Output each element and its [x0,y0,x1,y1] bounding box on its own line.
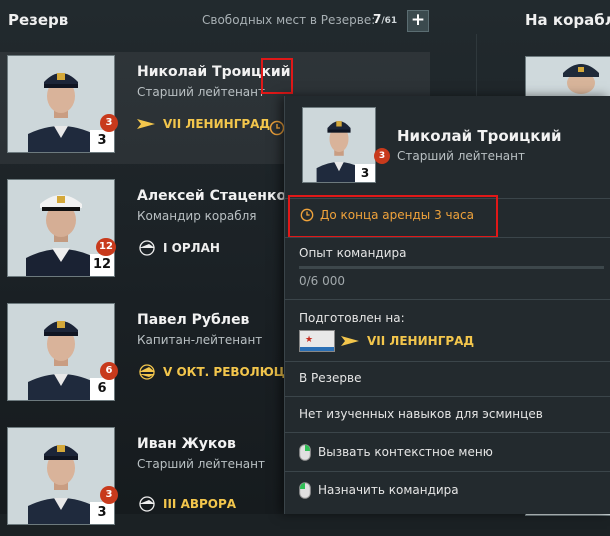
commander-ship: VII ЛЕНИНГРАД [135,114,270,134]
points-badge: 3 [100,114,118,132]
divider [285,237,610,238]
rent-clock-icon[interactable] [269,120,285,136]
commander-ship: I ОРЛАН [135,238,220,258]
tooltip-points-badge: 3 [374,148,390,164]
tooltip-level: 3 [355,164,375,182]
assign-commander-hint: Назначить командира [299,481,459,499]
context-menu-text: Вызвать контекстное меню [318,445,493,459]
free-slots-count: 7/61 [373,12,397,26]
free-slots-total: /61 [381,16,398,26]
context-menu-hint: Вызвать контекстное меню [299,443,493,461]
ship-name: III АВРОРА [163,497,237,511]
commander-portrait: 6 [7,303,115,401]
commander-portrait: 12 [7,179,115,277]
commander-rank: Старший лейтенант [137,457,265,471]
free-slots-label: Свободных мест в Резерве: [202,13,376,27]
commander-level: 3 [90,130,114,152]
reserve-title: Резерв [8,11,69,29]
tooltip-name: Николай Троицкий [397,127,562,145]
destroyer-class-icon [341,336,359,346]
experience-bar [299,266,604,269]
left-mouse-button-icon [299,481,311,499]
tooltip-rank: Старший лейтенант [397,149,525,163]
trained-ship: ★ VII ЛЕНИНГРАД [299,330,474,352]
commander-name: Павел Рублев [137,312,250,328]
divider [285,299,610,300]
right-mouse-button-icon [299,443,311,461]
battleship-class-icon [139,364,155,380]
commander-level: 3 [90,502,114,524]
divider [285,432,610,433]
skills-status: Нет изученных навыков для эсминцев [299,407,543,421]
reserve-status: В Резерве [299,371,362,385]
ship-name: VII ЛЕНИНГРАД [163,117,271,131]
add-slots-button[interactable]: + [407,10,429,32]
cruiser-class-icon [139,240,155,256]
cruiser-class-icon [139,496,155,512]
assign-commander-text: Назначить командира [318,483,459,497]
experience-value: 0/6 000 [299,274,346,288]
commander-portrait: 3 [7,55,115,153]
points-badge: 12 [96,238,116,256]
commander-rank: Командир корабля [137,209,257,223]
header: Резерв Свободных мест в Резерве: 7/61 + … [0,0,610,40]
highlight-box [288,195,498,238]
ussr-navy-flag-icon: ★ [299,330,335,352]
commander-rank: Старший лейтенант [137,85,265,99]
ship-name: I ОРЛАН [163,241,220,255]
tooltip-portrait: 3 [302,107,376,183]
trained-label: Подготовлен на: [299,311,405,325]
points-badge: 3 [100,486,118,504]
on-ships-title: На кораблях [525,11,610,29]
commander-ship: III АВРОРА [135,494,236,514]
divider [285,471,610,472]
commander-name: Иван Жуков [137,436,236,452]
commander-ship: V ОКТ. РЕВОЛЮЦИЯ [135,362,304,382]
commander-name: Алексей Стаценко [137,188,287,204]
commander-portrait: 3 [7,427,115,525]
commander-tooltip: 3 3 Николай Троицкий Старший лейтенант Д… [284,96,610,514]
divider [285,361,610,362]
commander-level: 12 [90,254,114,276]
experience-label: Опыт командира [299,246,407,260]
commander-rank: Капитан-лейтенант [137,333,263,347]
divider [285,396,610,397]
ship-commander-portrait[interactable] [525,56,610,98]
commander-level: 6 [90,378,114,400]
points-badge: 6 [100,362,118,380]
destroyer-class-icon [137,119,155,129]
trained-ship-name: VII ЛЕНИНГРАД [367,334,475,348]
highlight-box [261,58,293,94]
